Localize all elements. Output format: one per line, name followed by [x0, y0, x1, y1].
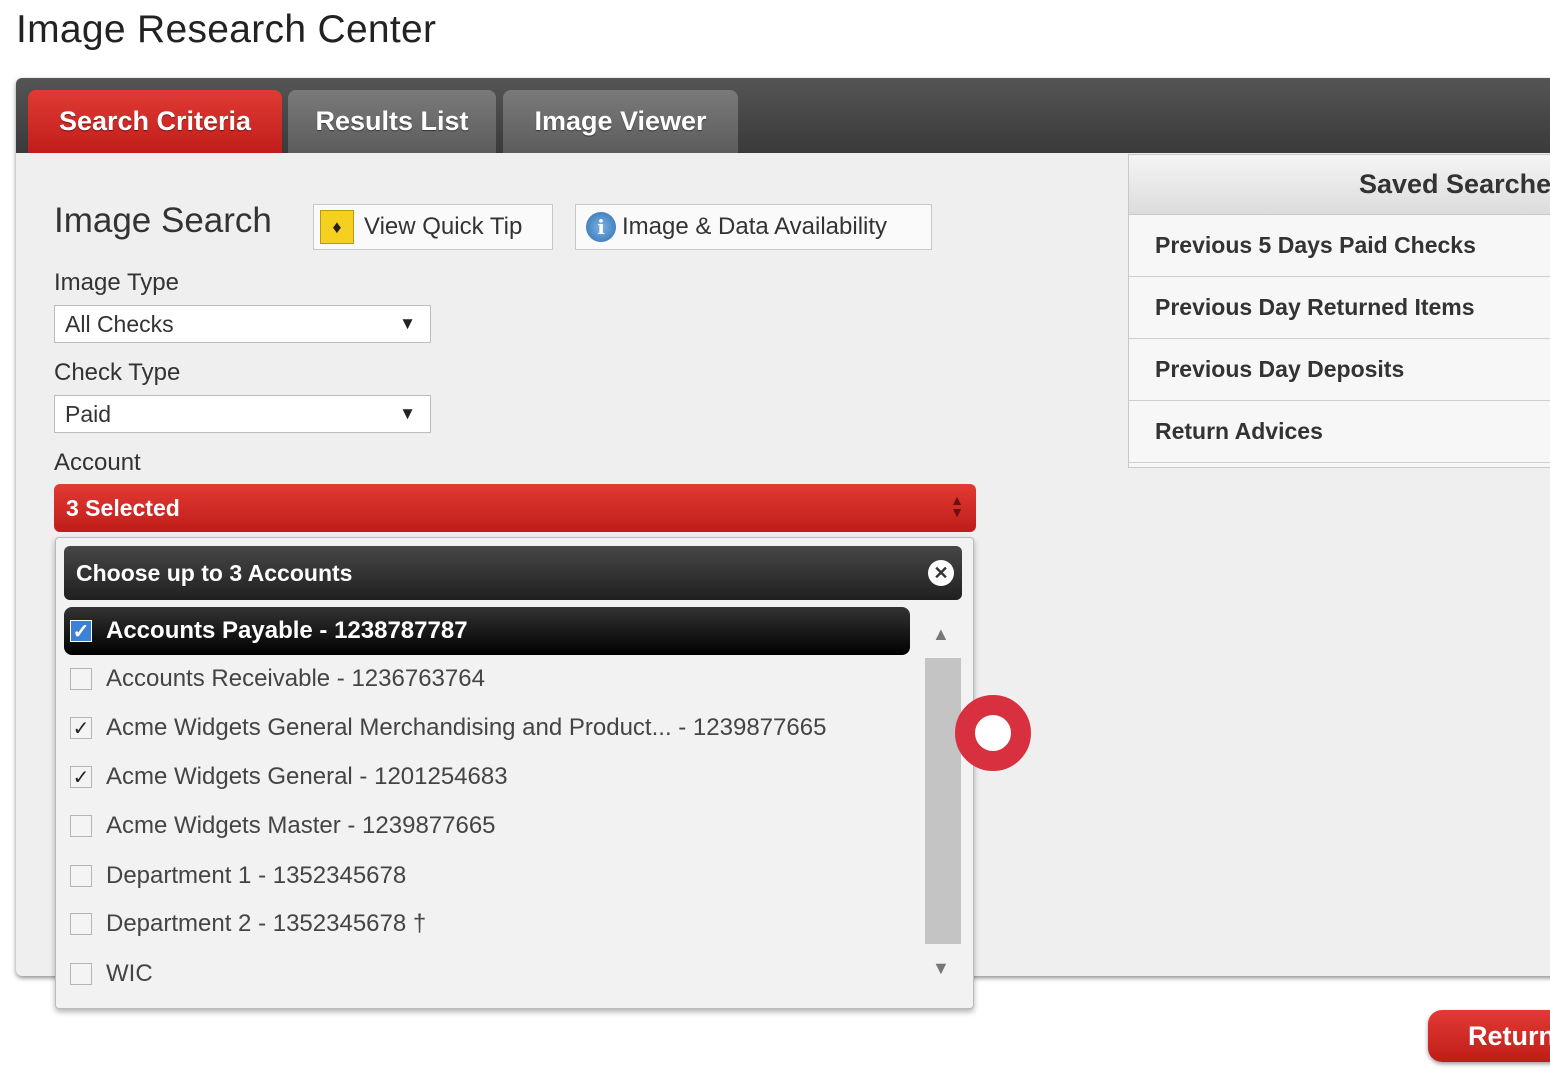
- account-dropdown-list: Choose up to 3 Accounts ✕ ✓ Accounts Pay…: [55, 537, 974, 1009]
- account-option[interactable]: Department 1 - 1352345678: [64, 852, 910, 900]
- checkbox-unchecked[interactable]: [70, 913, 92, 935]
- check-type-value: Paid: [65, 400, 112, 427]
- tab-image-viewer[interactable]: Image Viewer: [503, 90, 738, 153]
- dropdown-arrow-icon: ▼: [399, 404, 416, 423]
- saved-search-item[interactable]: Return Advices: [1129, 401, 1550, 463]
- account-dropdown-title: Choose up to 3 Accounts: [76, 559, 353, 586]
- sort-arrows-icon: ▲ ▼: [950, 492, 964, 520]
- account-option[interactable]: WIC: [64, 950, 910, 998]
- saved-searches-title: Saved Searche: [1129, 155, 1550, 215]
- account-option[interactable]: ✓ Acme Widgets General - 1201254683: [64, 753, 910, 801]
- account-option[interactable]: ✓ Acme Widgets General Merchandising and…: [64, 704, 910, 752]
- tab-bar: Search Criteria Results List Image Viewe…: [16, 78, 1550, 153]
- dropdown-arrow-icon: ▼: [399, 314, 416, 333]
- scroll-down-icon[interactable]: ▼: [932, 958, 950, 979]
- account-option-label: Acme Widgets Master - 1239877665: [106, 812, 496, 839]
- image-data-availability-button[interactable]: i Image & Data Availability: [575, 204, 932, 250]
- view-quick-tip-label: View Quick Tip: [364, 213, 523, 240]
- info-icon: i: [586, 212, 616, 242]
- tab-search-criteria[interactable]: Search Criteria: [28, 90, 282, 153]
- image-data-availability-label: Image & Data Availability: [622, 213, 888, 240]
- saved-searches-panel: Saved Searche Previous 5 Days Paid Check…: [1128, 154, 1550, 468]
- cursor-indicator: [955, 695, 1031, 771]
- image-type-value: All Checks: [65, 310, 174, 337]
- tab-results-list[interactable]: Results List: [288, 90, 496, 153]
- checkbox-unchecked[interactable]: [70, 963, 92, 985]
- check-type-select[interactable]: Paid ▼: [54, 395, 431, 433]
- account-option-label: Acme Widgets General - 1201254683: [106, 763, 508, 790]
- checkbox-checked[interactable]: ✓: [70, 620, 92, 643]
- checkbox-checked[interactable]: ✓: [70, 766, 92, 789]
- account-option-label: Accounts Receivable - 1236763764: [106, 665, 485, 692]
- saved-search-item[interactable]: Previous 5 Days Paid Checks: [1129, 215, 1550, 277]
- checkbox-checked[interactable]: ✓: [70, 717, 92, 740]
- tag-icon: ♦: [320, 210, 354, 244]
- account-multiselect[interactable]: 3 Selected ▲ ▼: [54, 484, 976, 532]
- account-option-label: Accounts Payable - 1238787787: [106, 617, 468, 644]
- account-option[interactable]: Department 2 - 1352345678 †: [64, 900, 910, 948]
- image-type-label: Image Type: [54, 269, 179, 296]
- checkbox-unchecked[interactable]: [70, 668, 92, 690]
- account-option[interactable]: Accounts Receivable - 1236763764: [64, 655, 910, 703]
- account-dropdown-header: Choose up to 3 Accounts ✕: [64, 546, 962, 600]
- saved-search-item[interactable]: Previous Day Deposits: [1129, 339, 1550, 401]
- account-option-label: WIC: [106, 960, 153, 987]
- image-search-heading: Image Search: [54, 201, 272, 240]
- checkbox-unchecked[interactable]: [70, 815, 92, 837]
- page-title: Image Research Center: [16, 8, 437, 51]
- account-selected-count: 3 Selected: [66, 494, 180, 521]
- account-option[interactable]: Acme Widgets Master - 1239877665: [64, 802, 910, 850]
- account-option-label: Department 2 - 1352345678 †: [106, 910, 427, 937]
- check-type-label: Check Type: [54, 359, 181, 386]
- scrollbar-thumb[interactable]: [925, 658, 961, 944]
- return-button[interactable]: Return: [1428, 1010, 1550, 1062]
- saved-search-item[interactable]: Previous Day Returned Items: [1129, 277, 1550, 339]
- view-quick-tip-button[interactable]: ♦ View Quick Tip: [313, 204, 553, 250]
- account-option-label: Department 1 - 1352345678: [106, 862, 407, 889]
- account-option-label: Acme Widgets General Merchandising and P…: [106, 714, 827, 741]
- account-option[interactable]: ✓ Accounts Payable - 1238787787: [64, 607, 910, 655]
- scroll-up-icon[interactable]: ▲: [932, 624, 950, 645]
- account-label: Account: [54, 449, 141, 476]
- close-icon[interactable]: ✕: [928, 560, 954, 586]
- checkbox-unchecked[interactable]: [70, 865, 92, 887]
- image-type-select[interactable]: All Checks ▼: [54, 305, 431, 343]
